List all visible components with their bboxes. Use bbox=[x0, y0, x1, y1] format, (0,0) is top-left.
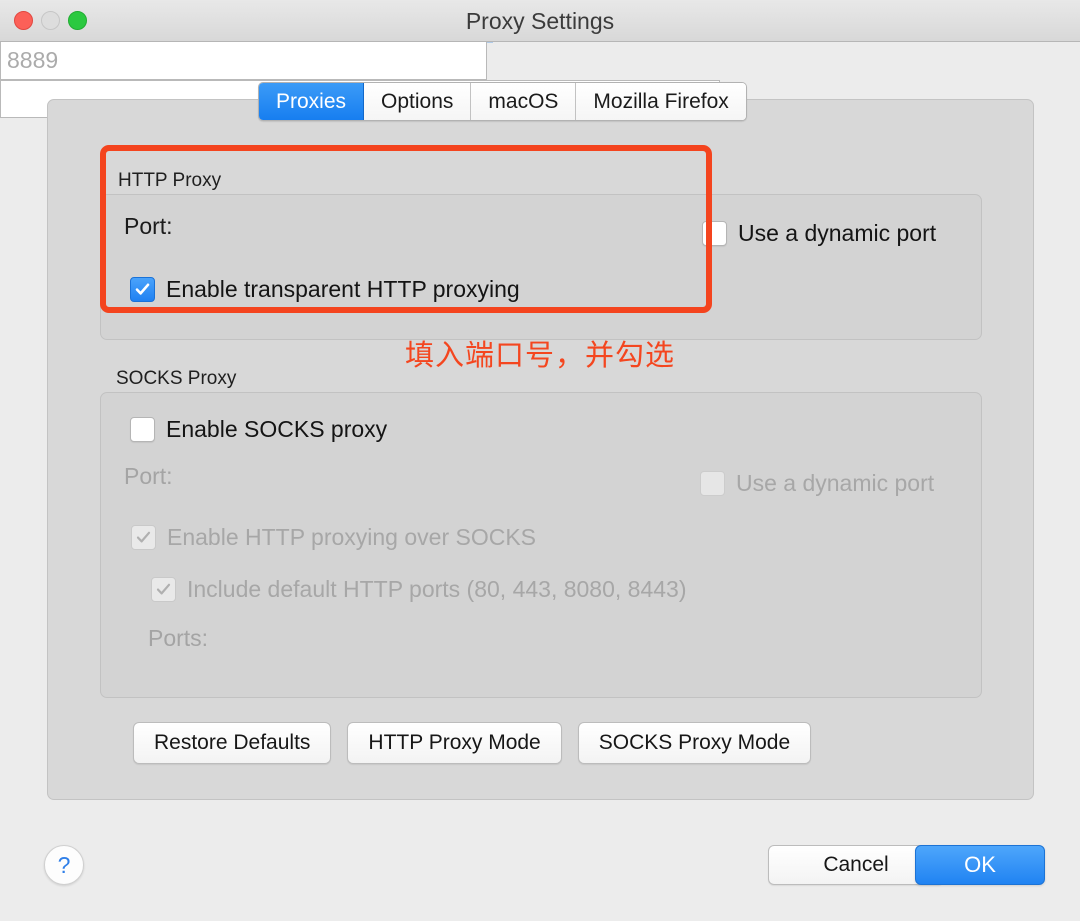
mode-button-row: Restore Defaults HTTP Proxy Mode SOCKS P… bbox=[133, 722, 812, 764]
socks-port-label: Port: bbox=[124, 463, 173, 489]
annotation-text: 填入端口号，并勾选 bbox=[404, 340, 675, 372]
http-port-label: Port: bbox=[124, 213, 173, 239]
socks-default-ports-row[interactable]: Include default HTTP ports (80, 443, 808… bbox=[151, 576, 687, 603]
tab-macos[interactable]: macOS bbox=[471, 83, 577, 120]
restore-defaults-button[interactable]: Restore Defaults bbox=[133, 722, 332, 764]
http-transparent-checkbox[interactable] bbox=[130, 277, 155, 302]
tab-options[interactable]: Options bbox=[364, 83, 472, 120]
socks-proxy-mode-button[interactable]: SOCKS Proxy Mode bbox=[577, 722, 812, 764]
socks-http-over-socks-checkbox[interactable] bbox=[131, 525, 156, 550]
socks-ports-label: Ports: bbox=[148, 625, 209, 651]
http-proxy-group-label: HTTP Proxy bbox=[118, 170, 222, 191]
socks-http-over-socks-label: Enable HTTP proxying over SOCKS bbox=[167, 524, 537, 550]
socks-enable-checkbox[interactable] bbox=[130, 417, 155, 442]
socks-enable-row[interactable]: Enable SOCKS proxy bbox=[130, 416, 387, 443]
socks-dynamic-port-label: Use a dynamic port bbox=[736, 470, 935, 496]
socks-enable-label: Enable SOCKS proxy bbox=[166, 416, 388, 442]
tab-mozilla-firefox[interactable]: Mozilla Firefox bbox=[576, 83, 746, 120]
http-transparent-label: Enable transparent HTTP proxying bbox=[166, 276, 520, 302]
help-button[interactable]: ? bbox=[44, 845, 84, 885]
socks-ports-row: Ports: bbox=[148, 625, 208, 652]
checkmark-icon bbox=[136, 531, 151, 543]
tab-bar: Proxies Options macOS Mozilla Firefox bbox=[258, 82, 747, 121]
http-proxy-group-box bbox=[100, 194, 982, 340]
checkmark-icon bbox=[135, 283, 150, 295]
socks-dynamic-port-row[interactable]: Use a dynamic port bbox=[700, 470, 934, 497]
http-port-row: Port: bbox=[124, 213, 173, 240]
http-dynamic-port-label: Use a dynamic port bbox=[738, 220, 937, 246]
socks-port-row: Port: bbox=[124, 463, 173, 490]
window-title: Proxy Settings bbox=[465, 8, 615, 34]
http-dynamic-port-checkbox[interactable] bbox=[702, 221, 727, 246]
socks-port-placeholder: 8889 bbox=[7, 46, 59, 73]
socks-default-ports-checkbox[interactable] bbox=[151, 577, 176, 602]
http-transparent-row[interactable]: Enable transparent HTTP proxying bbox=[130, 276, 520, 303]
window-titlebar: Proxy Settings bbox=[0, 0, 1080, 42]
question-mark-icon: ? bbox=[57, 851, 71, 878]
ok-button[interactable]: OK bbox=[915, 845, 1045, 885]
http-dynamic-port-row[interactable]: Use a dynamic port bbox=[702, 220, 936, 247]
checkmark-icon bbox=[156, 583, 171, 595]
tab-proxies[interactable]: Proxies bbox=[259, 83, 365, 120]
socks-default-ports-label: Include default HTTP ports (80, 443, 808… bbox=[187, 576, 687, 602]
socks-http-over-socks-row[interactable]: Enable HTTP proxying over SOCKS bbox=[131, 524, 536, 551]
socks-port-input[interactable]: 8889 bbox=[0, 40, 487, 80]
http-proxy-mode-button[interactable]: HTTP Proxy Mode bbox=[347, 722, 562, 764]
socks-dynamic-port-checkbox[interactable] bbox=[700, 471, 725, 496]
